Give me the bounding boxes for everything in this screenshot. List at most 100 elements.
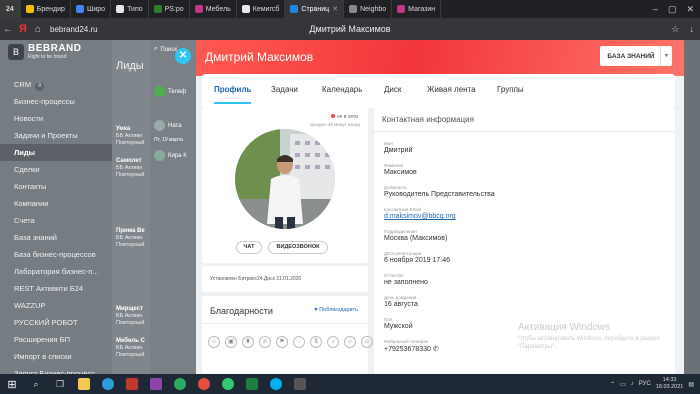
browser-tab[interactable]: Брендир [21, 0, 71, 18]
lead-card[interactable]: Прима Ве ББ Активн Повторный [116, 228, 150, 249]
thank-button[interactable]: ♥ Поблагодарить [314, 307, 358, 313]
chat-search[interactable]: ⌕ Поиск [154, 46, 177, 53]
menu-item-bp-extensions[interactable]: Расширения БП [0, 331, 112, 348]
close-tab-icon[interactable]: ✕ [332, 5, 338, 13]
chat-contact[interactable]: Кира К [154, 150, 187, 161]
task-view-icon[interactable]: ❐ [48, 374, 72, 394]
photoshop-icon[interactable] [120, 374, 144, 394]
close-slider-button[interactable]: ✕ [175, 48, 191, 64]
star-badge-icon[interactable]: ☆ [208, 336, 220, 348]
field-label: День рождения [384, 295, 417, 300]
tab-groups[interactable]: Группы [497, 85, 524, 94]
notifications-icon[interactable]: ▤ [688, 381, 694, 388]
menu-item-bp-lab[interactable]: Лаборатория бизнес-п... [0, 263, 112, 280]
file-explorer-icon[interactable] [72, 374, 96, 394]
volume-icon[interactable]: ♪ [631, 381, 634, 387]
cup-badge-icon[interactable]: ♜ [242, 336, 254, 348]
browser-tab-active[interactable]: Страниц ✕ [285, 0, 345, 18]
menu-item-news[interactable]: Новости [0, 110, 112, 127]
menu-item-business-processes[interactable]: Бизнес-процессы [0, 93, 112, 110]
network-icon[interactable]: ▭ [620, 381, 626, 388]
browser-tab[interactable]: Кемигсб [237, 0, 286, 18]
profile-photo-image [235, 129, 335, 229]
menu-item-deals[interactable]: Сделки [0, 161, 112, 178]
browser-tab[interactable]: Neighbo [344, 0, 393, 18]
menu-item-crm[interactable]: CRM 8 [0, 76, 112, 93]
excel-icon[interactable] [240, 374, 264, 394]
menu-item-list-import[interactable]: Импорт в списки [0, 348, 112, 365]
download-icon[interactable]: ↓ [690, 24, 695, 35]
menu-item-invoices[interactable]: Счета [0, 212, 112, 229]
tab-disk[interactable]: Диск [384, 85, 401, 94]
music-badge-icon[interactable]: ♪ [327, 336, 339, 348]
chrome-icon[interactable] [168, 374, 192, 394]
tab-tasks[interactable]: Задачи [271, 85, 298, 94]
browser-tab[interactable]: Типо [111, 0, 149, 18]
lead-card[interactable]: Мебель С ББ Активн Повторный [116, 338, 150, 359]
chat-contact[interactable]: Телеф [154, 86, 186, 97]
brand-logo[interactable]: B BEBRAND Right to be brand [8, 43, 82, 60]
phone-link[interactable]: +79253678330 ✆ [384, 345, 584, 353]
menu-item-bp-base[interactable]: База бизнес-процессов [0, 246, 112, 263]
whatsapp-icon[interactable] [216, 374, 240, 394]
edge-icon[interactable] [96, 374, 120, 394]
knowledge-base-button[interactable]: БАЗА ЗНАНИЙ ▾ [600, 46, 672, 66]
tab-live-feed[interactable]: Живая лента [427, 85, 476, 94]
profile-name: Дмитрий Максимов [205, 50, 314, 64]
lead-card[interactable]: Самолет ББ Активн Повторный [116, 158, 150, 179]
video-call-button[interactable]: ВИДЕОЗВОНОК [268, 241, 328, 254]
menu-item-knowledge-base[interactable]: База знаний [0, 229, 112, 246]
menu-item-contacts[interactable]: Контакты [0, 178, 112, 195]
trophy-badge-icon[interactable]: ♕ [259, 336, 271, 348]
menu-item-russian-robot[interactable]: РУССКИЙ РОБОТ [0, 314, 112, 331]
menu-item-companies[interactable]: Компании [0, 195, 112, 212]
tray-chevron-icon[interactable]: ⌃ [610, 381, 615, 388]
tab-calendar[interactable]: Календарь [322, 85, 362, 94]
menu-item-tasks[interactable]: Задачи и Проекты [0, 127, 112, 144]
figma-icon[interactable] [144, 374, 168, 394]
menu-item-bp-launch[interactable]: Запуск Бизнес-процесс... [0, 365, 112, 374]
close-window-icon[interactable]: ✕ [686, 4, 694, 15]
chat-contact[interactable]: Ната [154, 120, 182, 131]
browser-toolbar: ☆ ↓ [671, 24, 694, 35]
browser-tab[interactable]: PS:ро [149, 0, 190, 18]
tab-profile[interactable]: Профиль [214, 85, 252, 104]
tab-counter[interactable]: 24 [0, 0, 21, 18]
maximize-icon[interactable]: ▢ [668, 4, 677, 15]
search-icon[interactable]: ⌕ [24, 374, 48, 394]
lead-card[interactable]: Умка ББ Активн Повторный [116, 126, 150, 147]
windows-start-icon[interactable]: ⊞ [0, 374, 24, 394]
flag-badge-icon[interactable]: ⚑ [276, 336, 288, 348]
browser-tab[interactable]: Магазин [392, 0, 442, 18]
lead-card[interactable]: Мирщест ББ Активн Повторный [116, 306, 150, 327]
email-link[interactable]: d.maksimov@bbcg.org [384, 213, 584, 220]
field-department: Подразделения Москва (Максимов) [384, 229, 584, 242]
menu-item-wazzup[interactable]: WAZZUP [0, 297, 112, 314]
smile-badge-icon[interactable]: ☺ [361, 336, 373, 348]
sun-badge-icon[interactable]: ☼ [344, 336, 356, 348]
avatar [154, 150, 165, 161]
avatar[interactable] [235, 129, 335, 229]
app-icon[interactable] [288, 374, 312, 394]
back-arrow-icon[interactable]: ← [0, 24, 16, 35]
menu-item-leads[interactable]: Лиды [0, 144, 112, 161]
language-indicator[interactable]: РУС [639, 381, 651, 387]
yandex-browser-icon[interactable] [192, 374, 216, 394]
field-label: Пол [384, 317, 393, 322]
chat-button[interactable]: ЧАТ [236, 241, 262, 254]
browser-tab[interactable]: Мебель [190, 0, 237, 18]
chevron-down-icon[interactable]: ▾ [660, 46, 672, 66]
browser-tab[interactable]: Широ [71, 0, 112, 18]
clock[interactable]: 14:33 18.03.2021 [656, 377, 684, 391]
minimize-icon[interactable]: – [653, 4, 658, 14]
lead-card-subtitle: ББ Активн [116, 165, 143, 171]
yandex-logo-icon[interactable]: Я [16, 23, 30, 35]
menu-item-rest-activity[interactable]: REST Активити Б24 [0, 280, 112, 297]
url-field[interactable]: bebrand24.ru [50, 25, 98, 34]
tab-label: Широ [86, 5, 106, 13]
skype-icon[interactable] [264, 374, 288, 394]
money-badge-icon[interactable]: $ [310, 336, 322, 348]
heart-badge-icon[interactable]: ♡ [293, 336, 305, 348]
bookmark-icon[interactable]: ☆ [671, 24, 679, 35]
gift-badge-icon[interactable]: ▣ [225, 336, 237, 348]
